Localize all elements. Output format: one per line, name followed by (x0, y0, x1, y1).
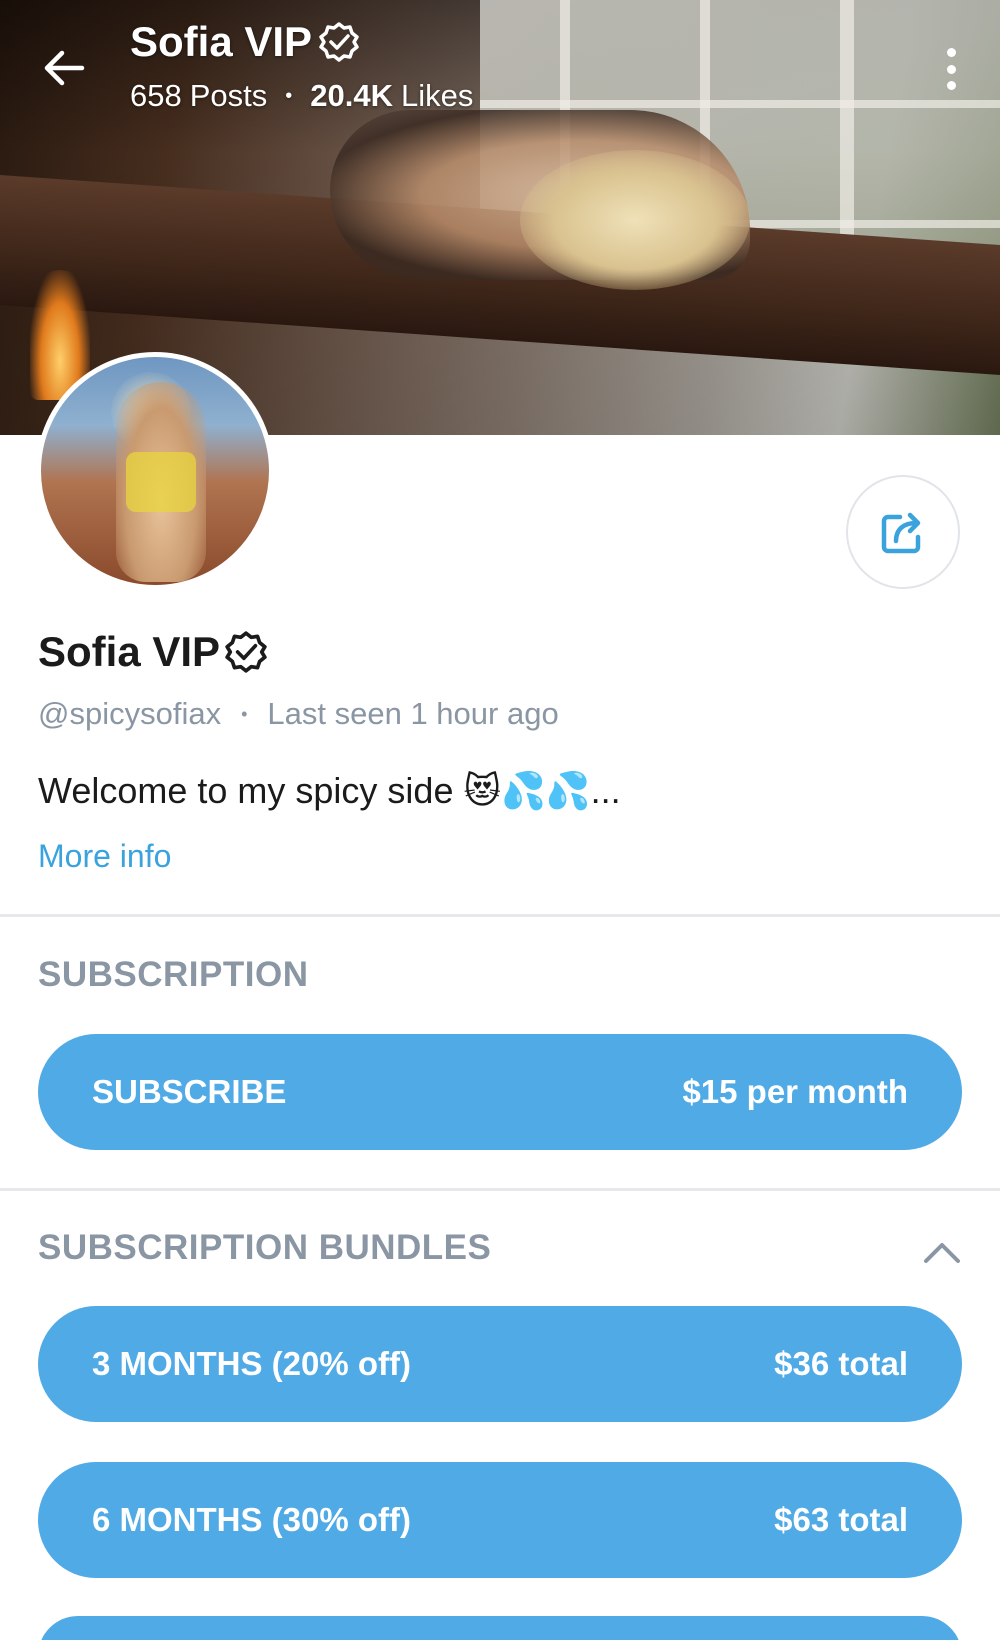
posts-count: 658 (130, 78, 182, 113)
divider (0, 1188, 1000, 1191)
header-stats: 658 Posts • 20.4K Likes (130, 78, 473, 114)
header-title: Sofia VIP (130, 18, 360, 66)
bundle-label: 6 MONTHS (30% off) (92, 1501, 412, 1538)
chevron-up-icon (924, 1243, 960, 1263)
handle-row: @spicysofiax • Last seen 1 hour ago (38, 696, 559, 732)
bundle-next-button-partial[interactable] (38, 1616, 962, 1640)
more-vertical-icon-dot (946, 81, 956, 90)
more-vertical-icon (946, 48, 956, 57)
bundle-price: $63 total (774, 1501, 908, 1538)
likes-label: Likes (401, 78, 474, 113)
more-options-button[interactable] (936, 44, 966, 94)
subscription-title: SUBSCRIPTION (38, 955, 309, 994)
divider (0, 914, 1000, 917)
header-name: Sofia VIP (130, 18, 313, 65)
separator-dot: • (241, 703, 248, 724)
bundles-title: SUBSCRIPTION BUNDLES (38, 1228, 492, 1267)
profile-handle: @spicysofiax (38, 696, 222, 731)
subscribe-button[interactable]: SUBSCRIBE $15 per month (38, 1034, 962, 1150)
collapse-bundles-button[interactable] (922, 1232, 962, 1272)
share-button[interactable] (846, 475, 960, 589)
bundle-price: $36 total (774, 1345, 908, 1382)
back-arrow-icon (44, 50, 85, 86)
more-vertical-icon-dot (946, 64, 956, 74)
separator-dot: • (285, 84, 293, 107)
profile-bio: Welcome to my spicy side 😻💦💦... (38, 770, 621, 811)
share-icon (881, 512, 921, 554)
last-seen: Last seen 1 hour ago (267, 696, 559, 731)
likes-count: 20.4K (310, 78, 394, 113)
avatar[interactable] (36, 352, 274, 590)
bundle-6-months-button[interactable]: 6 MONTHS (30% off) $63 total (38, 1462, 962, 1578)
top-bar: Sofia VIP 658 Posts • 20.4K Likes (0, 0, 1000, 140)
subscribe-price: $15 per month (682, 1073, 908, 1110)
back-button[interactable] (38, 42, 90, 94)
avatar-swimsuit (126, 452, 196, 512)
profile-name: Sofia VIP (38, 628, 268, 676)
bundle-3-months-button[interactable]: 3 MONTHS (20% off) $36 total (38, 1306, 962, 1422)
more-info-link[interactable]: More info (38, 838, 171, 875)
bundle-label: 3 MONTHS (20% off) (92, 1345, 412, 1382)
profile-name-text: Sofia VIP (38, 628, 221, 675)
subscribe-label: SUBSCRIBE (92, 1073, 287, 1110)
posts-label: Posts (189, 78, 268, 113)
verified-badge-icon (319, 22, 359, 62)
verified-badge-icon (225, 631, 267, 673)
cover-hair (520, 150, 750, 290)
